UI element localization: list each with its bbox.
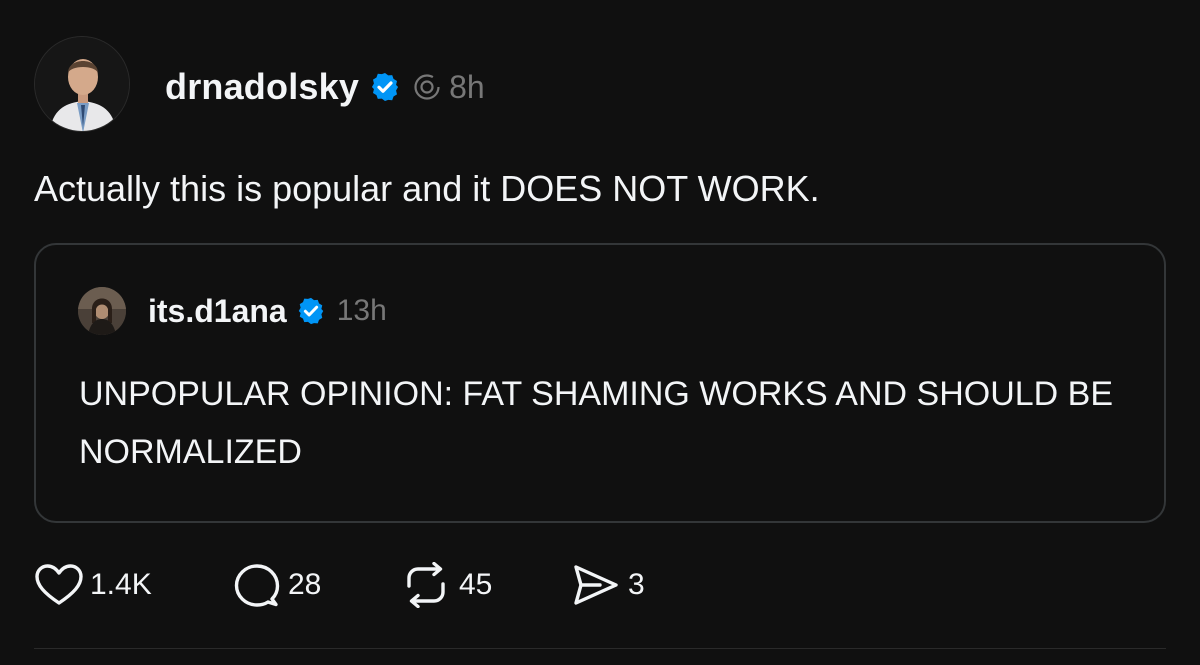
comment-bubble-icon (232, 562, 282, 608)
threads-spiral-icon (413, 73, 441, 101)
like-count: 1.4K (90, 568, 152, 601)
share-button[interactable]: 3 (570, 562, 645, 608)
post-actions: 1.4K 28 45 3 (34, 561, 645, 609)
post-time: 8h (449, 68, 485, 105)
repost-button[interactable]: 45 (399, 562, 570, 608)
heart-icon (34, 563, 84, 607)
quoted-author-avatar[interactable] (78, 287, 126, 335)
quoted-post-text: UNPOPULAR OPINION: FAT SHAMING WORKS AND… (79, 375, 1114, 471)
profile-photo-icon (78, 287, 126, 335)
verified-badge-icon (369, 71, 401, 103)
post-divider (34, 648, 1166, 649)
thread-post: drnadolsky 8h Actually this is popular a… (0, 0, 1200, 665)
repost-icon (399, 562, 453, 608)
quoted-author-username[interactable]: its.d1ana (148, 293, 287, 330)
verified-badge-icon (296, 296, 326, 326)
post-text: Actually this is popular and it DOES NOT… (34, 168, 820, 209)
send-icon (570, 562, 622, 608)
author-username[interactable]: drnadolsky (165, 66, 359, 108)
reply-button[interactable]: 28 (232, 562, 399, 608)
quoted-post-card[interactable]: its.d1ana 13h UNPOPULAR OPINION: FAT SHA… (34, 243, 1166, 523)
reply-count: 28 (288, 568, 322, 601)
author-avatar[interactable] (34, 36, 130, 132)
quoted-post-time: 13h (336, 294, 387, 327)
repost-count: 45 (459, 568, 493, 601)
like-button[interactable]: 1.4K (34, 563, 232, 607)
post-header: drnadolsky 8h (165, 62, 485, 112)
share-count: 3 (628, 568, 645, 601)
quoted-post-header: its.d1ana 13h (148, 287, 387, 335)
profile-photo-icon (35, 37, 129, 131)
